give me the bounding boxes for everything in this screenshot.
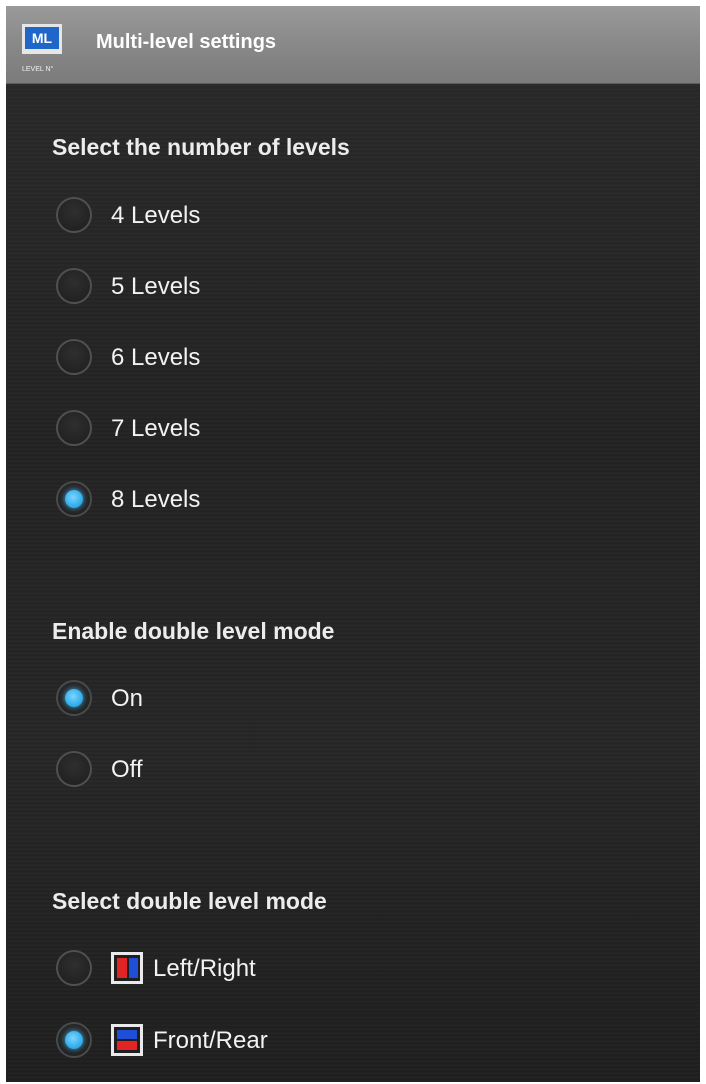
double-mode-option-front-rear[interactable]: Front/Rear xyxy=(50,1011,650,1071)
radio-button-selected[interactable] xyxy=(56,680,92,716)
option-label: 4 Levels xyxy=(111,202,201,229)
radio-button[interactable] xyxy=(56,410,92,446)
double-mode-heading: Select double level mode xyxy=(52,888,327,914)
radio-button[interactable] xyxy=(56,950,92,986)
levels-option-4[interactable]: 4 Levels xyxy=(50,186,650,246)
option-label: On xyxy=(111,685,144,712)
levels-option-5[interactable]: 5 Levels xyxy=(50,257,650,317)
radio-button-selected[interactable] xyxy=(56,1022,92,1058)
levels-option-8[interactable]: 8 Levels xyxy=(50,470,650,530)
radio-button[interactable] xyxy=(56,339,92,375)
double-level-option-on[interactable]: On xyxy=(50,669,650,729)
radio-button[interactable] xyxy=(56,197,92,233)
title-bar: ML LEVEL N° Multi-level settings xyxy=(6,6,700,84)
rear-half xyxy=(117,1041,137,1050)
split-vertical-icon xyxy=(111,952,143,984)
left-half xyxy=(117,958,127,978)
screen-title: Multi-level settings xyxy=(96,31,277,53)
levels-heading: Select the number of levels xyxy=(52,134,350,160)
radio-button[interactable] xyxy=(56,268,92,304)
front-half xyxy=(117,1030,137,1039)
option-label: 8 Levels xyxy=(111,486,201,513)
settings-screen: ML LEVEL N° Multi-level settings Select … xyxy=(6,6,700,1082)
double-mode-option-left-right[interactable]: Left/Right xyxy=(50,939,650,999)
double-level-heading: Enable double level mode xyxy=(52,618,335,644)
option-label: 6 Levels xyxy=(111,344,201,371)
option-label: Front/Rear xyxy=(153,1027,268,1054)
split-horizontal-icon xyxy=(111,1024,143,1056)
levels-option-7[interactable]: 7 Levels xyxy=(50,399,650,459)
option-label: Off xyxy=(111,756,143,783)
radio-button-selected[interactable] xyxy=(56,481,92,517)
double-level-option-off[interactable]: Off xyxy=(50,740,650,800)
levels-option-6[interactable]: 6 Levels xyxy=(50,328,650,388)
logo-caption: LEVEL N° xyxy=(22,66,54,73)
option-label: 7 Levels xyxy=(111,415,201,442)
app-logo: ML LEVEL N° xyxy=(22,24,62,73)
option-label: Left/Right xyxy=(153,955,256,982)
right-half xyxy=(129,958,138,978)
option-label: 5 Levels xyxy=(111,273,201,300)
radio-button[interactable] xyxy=(56,751,92,787)
ml-logo-icon: ML xyxy=(22,24,62,54)
